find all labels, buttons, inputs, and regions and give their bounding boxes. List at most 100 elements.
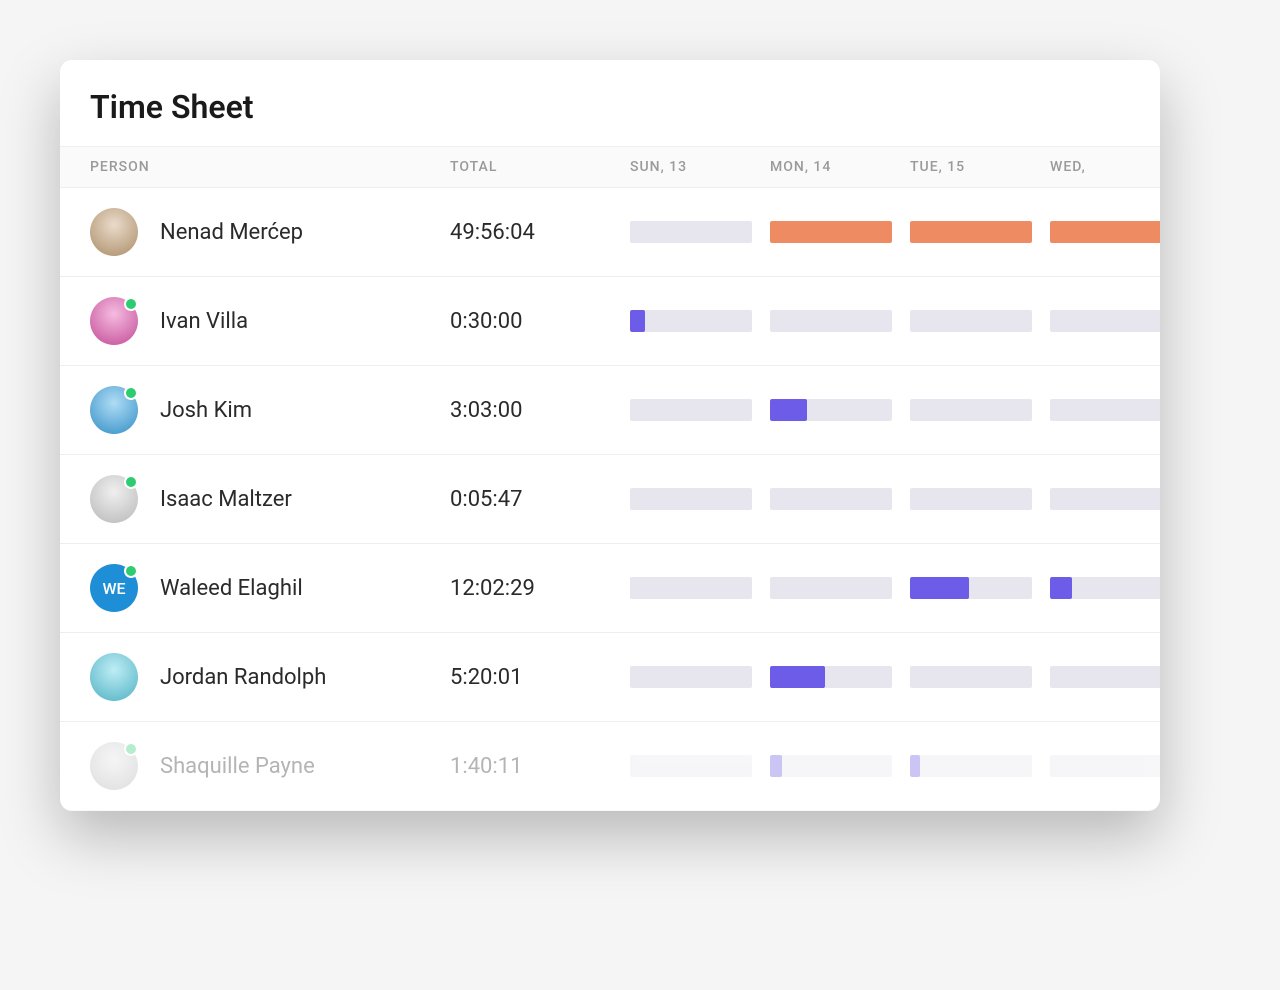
day-cell[interactable] — [770, 221, 910, 243]
time-bar-fill — [910, 577, 969, 599]
total-time: 3:03:00 — [450, 398, 630, 423]
day-cell[interactable] — [910, 755, 1050, 777]
time-bar — [910, 755, 1032, 777]
time-bar — [910, 221, 1032, 243]
time-bar-fill — [1050, 221, 1160, 243]
time-bar-fill — [1050, 577, 1072, 599]
day-cell[interactable] — [770, 488, 910, 510]
time-bar-fill — [630, 310, 645, 332]
header-day-0[interactable]: SUN, 13 — [630, 159, 770, 175]
avatar[interactable] — [90, 653, 138, 701]
avatar[interactable] — [90, 297, 138, 345]
table-row[interactable]: WE Waleed Elaghil 12:02:29 — [60, 544, 1160, 633]
day-cell[interactable] — [770, 755, 910, 777]
online-indicator-icon — [124, 297, 138, 311]
person-name: Shaquille Payne — [160, 754, 315, 779]
day-cell[interactable] — [630, 399, 770, 421]
avatar[interactable]: WE — [90, 564, 138, 612]
person-name: Josh Kim — [160, 398, 252, 423]
time-bar — [910, 577, 1032, 599]
day-cell[interactable] — [630, 221, 770, 243]
online-indicator-icon — [124, 475, 138, 489]
total-time: 49:56:04 — [450, 220, 630, 245]
day-cell[interactable] — [910, 399, 1050, 421]
table-row[interactable]: Shaquille Payne 1:40:11 — [60, 722, 1160, 811]
day-cell[interactable] — [910, 310, 1050, 332]
person-name: Waleed Elaghil — [160, 576, 303, 601]
day-cell[interactable] — [910, 221, 1050, 243]
avatar[interactable] — [90, 475, 138, 523]
table-row[interactable]: Josh Kim 3:03:00 — [60, 366, 1160, 455]
time-bar — [770, 221, 892, 243]
time-bar-fill — [770, 666, 825, 688]
time-bar — [1050, 577, 1160, 599]
day-cell[interactable] — [630, 488, 770, 510]
time-bar — [630, 666, 752, 688]
person-name: Ivan Villa — [160, 309, 248, 334]
person-name: Jordan Randolph — [160, 665, 326, 690]
day-cell[interactable] — [1050, 488, 1160, 510]
time-bar — [630, 755, 752, 777]
time-bar — [630, 399, 752, 421]
avatar[interactable] — [90, 386, 138, 434]
time-bar — [630, 488, 752, 510]
day-cell[interactable] — [630, 666, 770, 688]
table-body: Nenad Merćep 49:56:04 Ivan Villa 0:30:00 Jos… — [60, 188, 1160, 811]
day-cell[interactable] — [770, 577, 910, 599]
table-header: PERSON TOTAL SUN, 13 MON, 14 TUE, 15 WED… — [60, 146, 1160, 188]
day-cell[interactable] — [910, 488, 1050, 510]
table-row[interactable]: Jordan Randolph5:20:01 — [60, 633, 1160, 722]
time-bar — [1050, 755, 1160, 777]
day-cell[interactable] — [1050, 666, 1160, 688]
time-bar-fill — [910, 221, 1032, 243]
day-cell[interactable] — [630, 755, 770, 777]
time-bar — [1050, 488, 1160, 510]
day-cell[interactable] — [770, 666, 910, 688]
timesheet-card: Time Sheet PERSON TOTAL SUN, 13 MON, 14 … — [60, 60, 1160, 811]
day-cell[interactable] — [1050, 755, 1160, 777]
table-row[interactable]: Nenad Merćep 49:56:04 — [60, 188, 1160, 277]
total-time: 0:30:00 — [450, 309, 630, 334]
total-time: 1:40:11 — [450, 754, 630, 779]
table-row[interactable]: Isaac Maltzer0:05:47 — [60, 455, 1160, 544]
total-time: 12:02:29 — [450, 576, 630, 601]
table-row[interactable]: Ivan Villa 0:30:00 — [60, 277, 1160, 366]
header-day-3[interactable]: WED, — [1050, 159, 1160, 175]
header-total[interactable]: TOTAL — [450, 159, 630, 175]
day-cell[interactable] — [1050, 221, 1160, 243]
avatar[interactable] — [90, 208, 138, 256]
time-bar — [770, 577, 892, 599]
day-cell[interactable] — [770, 399, 910, 421]
time-bar — [910, 399, 1032, 421]
time-bar-fill — [770, 221, 892, 243]
avatar-photo — [90, 208, 138, 256]
day-cell[interactable] — [770, 310, 910, 332]
time-bar — [910, 488, 1032, 510]
time-bar-fill — [910, 755, 920, 777]
time-bar — [1050, 310, 1160, 332]
header-day-2[interactable]: TUE, 15 — [910, 159, 1050, 175]
day-cell[interactable] — [1050, 577, 1160, 599]
time-bar — [1050, 666, 1160, 688]
time-bar — [770, 399, 892, 421]
day-cell[interactable] — [630, 310, 770, 332]
day-cell[interactable] — [910, 577, 1050, 599]
total-time: 0:05:47 — [450, 487, 630, 512]
time-bar — [770, 755, 892, 777]
time-bar — [770, 488, 892, 510]
day-cell[interactable] — [630, 577, 770, 599]
online-indicator-icon — [124, 564, 138, 578]
header-person[interactable]: PERSON — [90, 159, 450, 175]
day-cell[interactable] — [1050, 310, 1160, 332]
time-bar — [770, 666, 892, 688]
time-bar-fill — [770, 399, 807, 421]
header-day-1[interactable]: MON, 14 — [770, 159, 910, 175]
person-name: Nenad Merćep — [160, 220, 303, 245]
person-cell: Isaac Maltzer — [90, 475, 450, 523]
avatar[interactable] — [90, 742, 138, 790]
day-cell[interactable] — [1050, 399, 1160, 421]
avatar-photo — [90, 653, 138, 701]
page-title: Time Sheet — [60, 60, 1160, 146]
time-bar — [1050, 399, 1160, 421]
day-cell[interactable] — [910, 666, 1050, 688]
